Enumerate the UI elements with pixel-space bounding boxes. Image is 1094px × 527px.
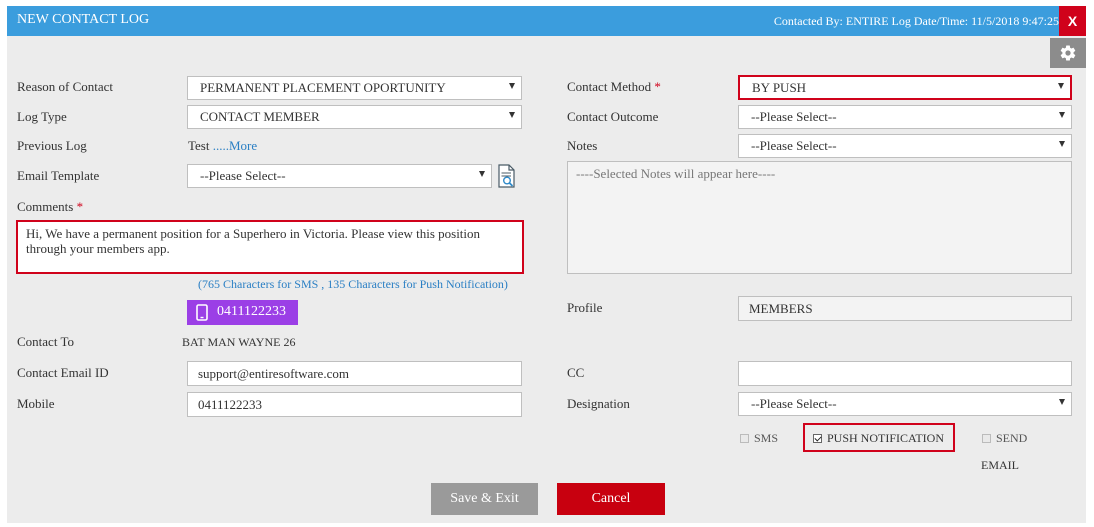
contact-log-dialog: NEW CONTACT LOG Contacted By: ENTIRE Log… xyxy=(7,6,1086,523)
email-template-value: --Please Select-- xyxy=(200,168,286,183)
cc-label: CC xyxy=(567,365,585,380)
contact-to-value: BAT MAN WAYNE 26 xyxy=(182,335,296,349)
contact-info: Contacted By: ENTIRE Log Date/Time: 11/5… xyxy=(773,14,1059,28)
chevron-down-icon xyxy=(1059,112,1065,118)
designation-value: --Please Select-- xyxy=(751,396,837,411)
contact-method-label-text: Contact Method xyxy=(567,79,652,94)
contact-method-select[interactable]: BY PUSH xyxy=(738,75,1072,100)
selected-notes-area[interactable]: ----Selected Notes will appear here---- xyxy=(567,161,1072,274)
contact-email-field[interactable]: support@entiresoftware.com xyxy=(187,361,522,386)
required-marker: * xyxy=(654,79,661,94)
send-email-label: SEND xyxy=(996,431,1028,445)
gear-icon xyxy=(1060,45,1076,61)
contact-email-label: Contact Email ID xyxy=(17,365,109,380)
cc-field[interactable] xyxy=(738,361,1072,386)
comments-label: Comments * xyxy=(17,199,83,215)
push-notification-checkbox-box[interactable] xyxy=(813,434,822,443)
chevron-down-icon xyxy=(1059,399,1065,405)
send-email-label-line2: EMAIL xyxy=(981,458,1019,472)
send-email-checkbox-box[interactable] xyxy=(982,434,991,443)
notes-label: Notes xyxy=(567,138,598,153)
contact-method-value: BY PUSH xyxy=(752,80,807,95)
chevron-down-icon xyxy=(1059,141,1065,147)
character-count-note: (765 Characters for SMS , 135 Characters… xyxy=(198,277,508,291)
contact-method-label: Contact Method * xyxy=(567,79,661,95)
cancel-button[interactable]: Cancel xyxy=(557,483,665,515)
chevron-down-icon xyxy=(509,112,515,118)
previous-log-label: Previous Log xyxy=(17,138,87,153)
contact-outcome-label: Contact Outcome xyxy=(567,109,659,124)
dialog-title: NEW CONTACT LOG xyxy=(17,12,150,27)
reason-value: PERMANENT PLACEMENT OPORTUNITY xyxy=(200,80,446,95)
template-preview-icon[interactable] xyxy=(497,164,517,188)
mobile-field[interactable]: 0411122233 xyxy=(187,392,522,417)
required-marker: * xyxy=(76,199,84,214)
title-bar: NEW CONTACT LOG Contacted By: ENTIRE Log… xyxy=(7,6,1086,36)
profile-field[interactable]: MEMBERS xyxy=(738,296,1072,321)
sms-checkbox-box[interactable] xyxy=(740,434,749,443)
log-type-select[interactable]: CONTACT MEMBER xyxy=(187,105,522,129)
close-button[interactable]: X xyxy=(1059,6,1086,36)
designation-label: Designation xyxy=(567,396,630,411)
log-type-value: CONTACT MEMBER xyxy=(200,109,320,124)
previous-log-text: Test xyxy=(188,138,210,153)
push-notification-label: PUSH NOTIFICATION xyxy=(827,431,945,445)
chevron-down-icon xyxy=(509,83,515,89)
notes-select[interactable]: --Please Select-- xyxy=(738,134,1072,158)
designation-select[interactable]: --Please Select-- xyxy=(738,392,1072,416)
chevron-down-icon xyxy=(1058,83,1064,89)
email-template-select[interactable]: --Please Select-- xyxy=(187,164,492,188)
phone-number-button[interactable]: 0411122233 xyxy=(187,300,298,325)
contact-to-label: Contact To xyxy=(17,334,74,349)
settings-button[interactable] xyxy=(1050,38,1086,68)
comments-label-text: Comments xyxy=(17,199,74,214)
send-email-checkbox[interactable]: SEND xyxy=(982,431,1027,446)
phone-number-text: 0411122233 xyxy=(217,304,286,319)
sms-checkbox[interactable]: SMS xyxy=(740,431,778,446)
log-type-label: Log Type xyxy=(17,109,67,124)
comments-textarea[interactable]: Hi, We have a permanent position for a S… xyxy=(16,220,524,274)
more-link[interactable]: .....More xyxy=(213,138,257,153)
email-template-label: Email Template xyxy=(17,168,100,183)
reason-select[interactable]: PERMANENT PLACEMENT OPORTUNITY xyxy=(187,76,522,100)
mobile-label: Mobile xyxy=(17,396,55,411)
profile-label: Profile xyxy=(567,300,603,315)
reason-label: Reason of Contact xyxy=(17,79,114,94)
push-notification-checkbox[interactable]: PUSH NOTIFICATION xyxy=(813,431,944,446)
previous-log-value: Test .....More xyxy=(188,138,257,154)
mobile-phone-icon xyxy=(196,304,208,321)
chevron-down-icon xyxy=(479,171,485,177)
save-exit-button[interactable]: Save & Exit xyxy=(431,483,538,515)
notes-value: --Please Select-- xyxy=(751,138,837,153)
sms-label: SMS xyxy=(754,431,779,445)
contact-outcome-select[interactable]: --Please Select-- xyxy=(738,105,1072,129)
contact-outcome-value: --Please Select-- xyxy=(751,109,837,124)
